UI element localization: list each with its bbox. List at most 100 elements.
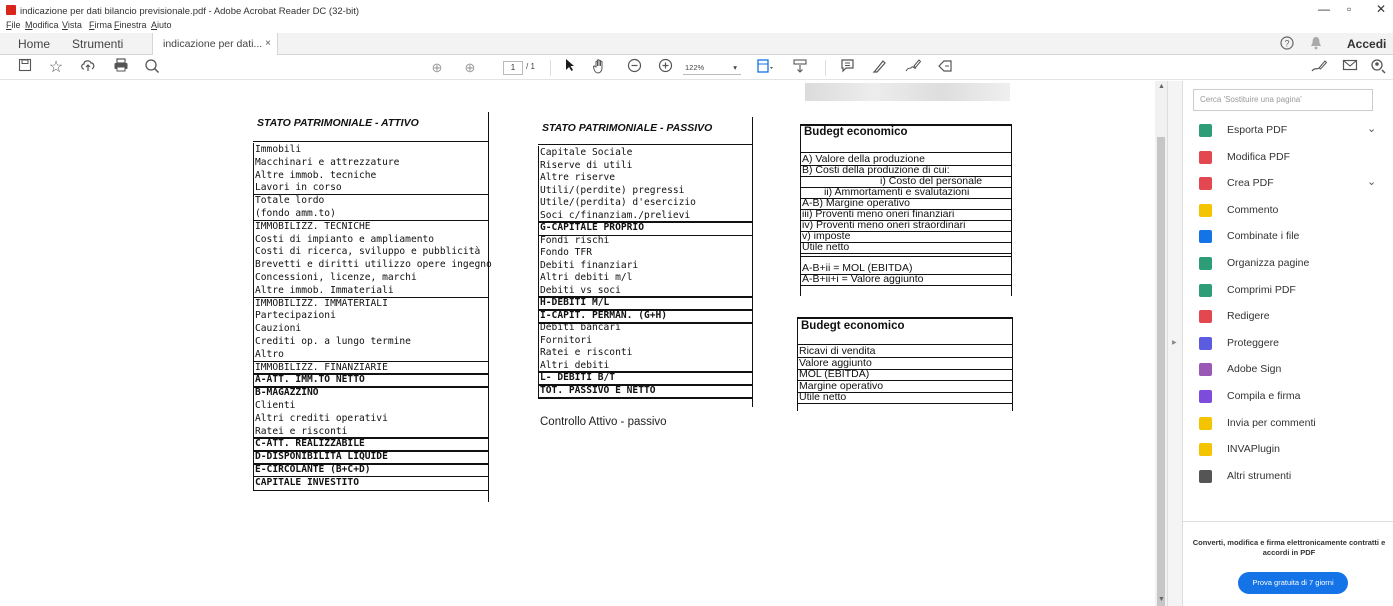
comment-note-icon[interactable] xyxy=(838,58,856,78)
mail-icon[interactable] xyxy=(1340,58,1360,78)
collapse-right-pane-icon[interactable]: ▶ xyxy=(1172,339,1177,346)
tool-organizza-pagine[interactable]: Organizza pagine xyxy=(1197,254,1387,274)
scan-artifact xyxy=(805,83,1010,101)
budget2-title: Budegt economico xyxy=(801,320,905,332)
tools-pane: Cerca 'Sostituire una pagina' Esporta PD… xyxy=(1182,81,1393,606)
tools-search-input[interactable]: Cerca 'Sostituire una pagina' xyxy=(1193,89,1373,111)
sign-in-button[interactable]: Accedi xyxy=(1347,37,1386,51)
passivo-row: I-CAPIT. PERMAN. (G+H) xyxy=(540,309,668,321)
tab-strumenti[interactable]: Strumenti xyxy=(72,33,123,55)
window-title: indicazione per dati bilancio previsiona… xyxy=(20,6,360,17)
passivo-row: Altre riserve xyxy=(540,172,616,183)
chevron-down-icon[interactable]: ⌄ xyxy=(1367,175,1376,188)
tool-redigere[interactable]: Redigere xyxy=(1197,307,1387,327)
tab-document-label: indicazione per dati... xyxy=(163,38,263,50)
tool-comprimi-pdf[interactable]: Comprimi PDF xyxy=(1197,281,1387,301)
find-zoom-icon[interactable] xyxy=(142,58,162,78)
previous-page-icon[interactable]: ⊕ xyxy=(428,58,446,78)
fit-page-icon[interactable] xyxy=(754,58,778,78)
table-rule xyxy=(253,296,489,298)
table-rule xyxy=(800,274,1012,275)
menu-aiuto[interactable]: Aiuto xyxy=(151,20,172,30)
menu-firma[interactable]: Firma xyxy=(89,20,112,30)
close-tab-icon[interactable]: × xyxy=(265,33,271,55)
minimize-button[interactable]: — xyxy=(1318,2,1330,16)
document-scrollbar[interactable]: ▲ ▼ xyxy=(1155,81,1167,606)
table-rule xyxy=(800,198,1012,199)
right-pane-toggle[interactable]: ▶ xyxy=(1167,81,1182,606)
table-rule xyxy=(800,231,1012,232)
tab-bar: Home Strumenti indicazione per dati... ×… xyxy=(0,33,1393,55)
bookmark-star-icon[interactable]: ☆ xyxy=(47,58,65,78)
next-page-icon[interactable]: ⊕ xyxy=(461,58,479,78)
menu-vista[interactable]: Vista xyxy=(62,20,82,30)
upload-share-icon[interactable] xyxy=(78,58,98,78)
scrollbar-thumb[interactable] xyxy=(1157,137,1165,606)
tool-esporta-pdf[interactable]: Esporta PDF ⌄ xyxy=(1197,121,1387,141)
menu-file[interactable]: File xyxy=(6,20,21,30)
svg-text:?: ? xyxy=(1284,39,1289,49)
free-trial-button[interactable]: Prova gratuita di 7 giorni xyxy=(1238,572,1348,594)
tool-modifica-pdf[interactable]: Modifica PDF xyxy=(1197,148,1387,168)
tool-invia-per-commenti[interactable]: Invia per commenti xyxy=(1197,414,1387,434)
tool-label: Adobe Sign xyxy=(1227,363,1282,376)
attivo-row: Concessioni, licenze, marchi xyxy=(255,272,417,283)
table-rule xyxy=(538,371,753,373)
table-rule xyxy=(800,242,1012,243)
tool-combinate-i-file[interactable]: Combinate i file xyxy=(1197,227,1387,247)
zoom-in-icon[interactable] xyxy=(656,58,674,78)
zoom-out-icon[interactable] xyxy=(625,58,643,78)
table-rule xyxy=(1012,317,1013,411)
edit-sign-icon[interactable] xyxy=(1308,58,1330,78)
tool-crea-pdf[interactable]: Crea PDF ⌄ xyxy=(1197,174,1387,194)
table-rule xyxy=(797,317,798,411)
select-cursor-icon[interactable] xyxy=(562,58,578,78)
send-comments-icon xyxy=(1199,416,1212,430)
save-icon[interactable] xyxy=(16,58,34,78)
sign-pen-icon[interactable] xyxy=(902,58,924,78)
tool-invaplugin[interactable]: INVAPlugin xyxy=(1197,440,1387,460)
table-rule xyxy=(797,344,1013,345)
attivo-row: Costi di impianto e ampliamento xyxy=(255,233,435,245)
fill-sign-icon[interactable] xyxy=(934,58,956,78)
account-icon[interactable] xyxy=(1368,58,1388,78)
tool-compila-e-firma[interactable]: Compila e firma xyxy=(1197,387,1387,407)
acrobat-app-icon xyxy=(6,5,16,15)
chevron-down-icon[interactable]: ⌄ xyxy=(1367,122,1376,135)
tab-home[interactable]: Home xyxy=(18,33,50,55)
notifications-bell-icon[interactable] xyxy=(1310,36,1322,53)
tool-label: Crea PDF xyxy=(1227,177,1274,190)
create-pdf-icon xyxy=(1199,177,1212,191)
tool-adobe-sign[interactable]: Adobe Sign xyxy=(1197,360,1387,380)
tab-document[interactable]: indicazione per dati... × xyxy=(152,33,278,55)
tool-altri-strumenti[interactable]: Altri strumenti xyxy=(1197,467,1387,487)
budget-economico-table-1: Budegt economico A) Valore della produzi… xyxy=(800,124,1012,296)
tool-label: Altri strumenti xyxy=(1227,469,1292,482)
compress-pdf-icon xyxy=(1199,283,1212,297)
scroll-mode-icon[interactable] xyxy=(790,58,810,78)
passivo-row: Debiti finanziari xyxy=(540,259,639,271)
tool-commento[interactable]: Commento xyxy=(1197,201,1387,221)
tool-label: Invia per commenti xyxy=(1227,416,1316,429)
table-rule xyxy=(797,317,1013,319)
highlight-pen-icon[interactable] xyxy=(870,58,890,78)
passivo-row: Fornitori xyxy=(540,334,592,346)
table-rule xyxy=(797,368,1013,370)
table-rule xyxy=(538,144,753,145)
zoom-level-select[interactable]: 122% ▾ xyxy=(683,61,741,75)
hand-tool-icon[interactable] xyxy=(590,58,610,78)
maximize-button[interactable]: ▫ xyxy=(1347,2,1351,16)
promo-section: Converti, modifica e firma elettronicame… xyxy=(1183,521,1393,606)
close-window-button[interactable]: ✕ xyxy=(1376,2,1386,16)
toolbar-divider xyxy=(550,60,551,76)
print-icon[interactable] xyxy=(111,58,131,78)
edit-pdf-icon xyxy=(1199,150,1212,164)
help-icon[interactable]: ? xyxy=(1280,36,1294,53)
scroll-up-icon[interactable]: ▲ xyxy=(1158,83,1165,90)
menu-modifica[interactable]: Modifica xyxy=(25,20,59,30)
scroll-down-icon[interactable]: ▼ xyxy=(1158,596,1165,603)
menu-finestra[interactable]: Finestra xyxy=(114,20,147,30)
tool-proteggere[interactable]: Proteggere xyxy=(1197,334,1387,354)
page-number-input[interactable]: 1 xyxy=(503,61,523,75)
adobe-sign-icon xyxy=(1199,363,1212,377)
